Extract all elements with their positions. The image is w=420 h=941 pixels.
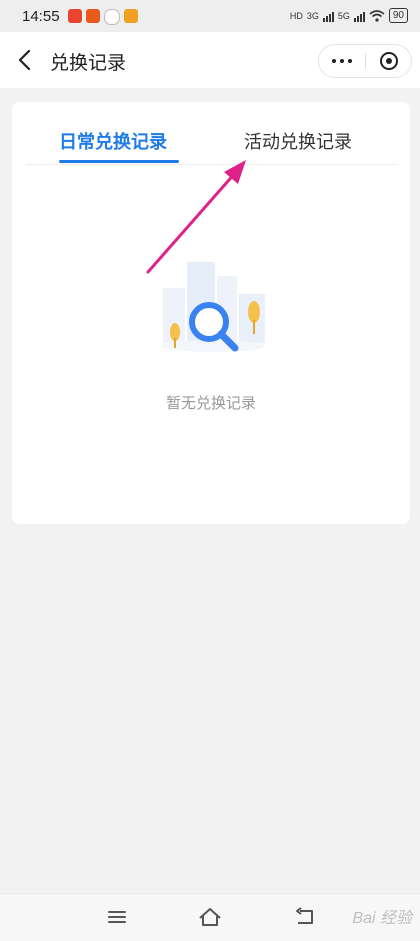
- tab-activity-records[interactable]: 活动兑换记录: [244, 128, 352, 154]
- system-nav-bar: Bai 经验: [0, 893, 420, 941]
- signal-icon-2: [353, 10, 365, 22]
- page-title: 兑换记录: [50, 53, 127, 74]
- home-icon: [199, 908, 221, 926]
- nav-bar: 兑换记录: [0, 32, 420, 88]
- notification-icons: [68, 9, 138, 25]
- tab-daily-records[interactable]: 日常兑换记录: [59, 128, 167, 154]
- back-button[interactable]: [14, 48, 36, 72]
- more-dot: [340, 59, 344, 63]
- battery-level: 90: [388, 8, 408, 23]
- network-3g-label: 3G: [306, 10, 319, 21]
- browser-app-icon: [86, 9, 100, 23]
- status-time: 14:55: [22, 8, 60, 25]
- network-5g-label: 5G: [337, 10, 350, 21]
- status-bar: 14:55 HD 3G 5G 90: [0, 0, 420, 32]
- menu-icon: [108, 911, 126, 923]
- more-dot: [348, 59, 352, 63]
- return-icon: [296, 907, 313, 924]
- hd-indicator: HD: [289, 10, 303, 21]
- empty-search-illustration: [161, 262, 265, 352]
- wifi-icon: [369, 9, 385, 22]
- status-indicators: HD 3G 5G 90: [290, 8, 408, 23]
- weibo-app-icon: [124, 9, 138, 23]
- more-dots-icon: [332, 59, 336, 63]
- close-miniprogram-button[interactable]: [366, 45, 411, 77]
- home-button[interactable]: [197, 906, 223, 928]
- target-circle-icon: [379, 52, 398, 70]
- news-app-icon: [68, 9, 82, 23]
- chevron-left-icon: [18, 49, 31, 71]
- back-nav-button[interactable]: [292, 906, 318, 928]
- records-card: 日常兑换记录 活动兑换记录 暂无兑换记录: [12, 102, 410, 524]
- chat-app-icon: [104, 9, 120, 25]
- active-tab-indicator: [59, 160, 179, 163]
- more-button[interactable]: [319, 45, 365, 77]
- empty-state-text: 暂无兑换记录: [165, 395, 256, 412]
- miniprogram-capsule: [318, 44, 412, 78]
- baidu-watermark: Bai 经验: [352, 910, 412, 927]
- menu-button[interactable]: [104, 906, 130, 928]
- signal-icon: [322, 10, 334, 22]
- tab-divider: [26, 164, 396, 165]
